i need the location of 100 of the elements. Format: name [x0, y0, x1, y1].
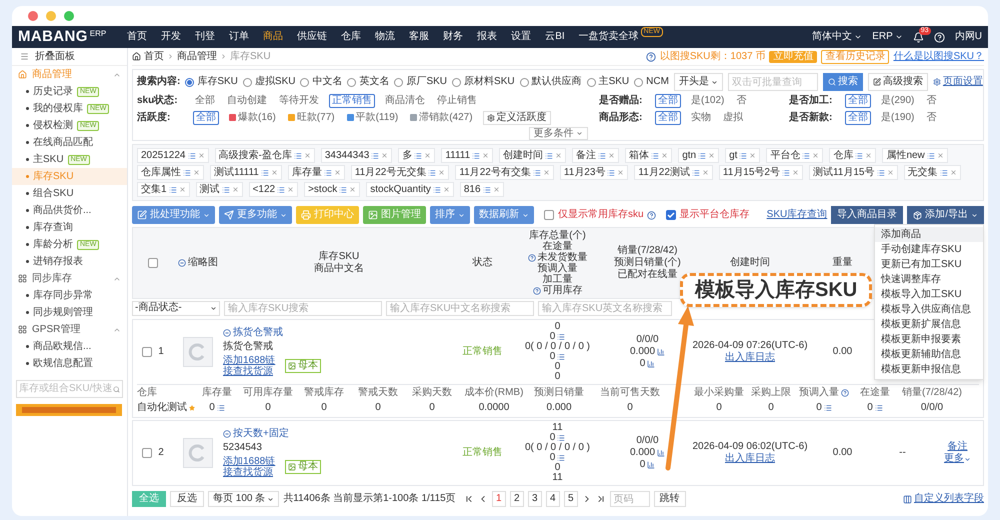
menu-item[interactable]: 更新已有加工SKU [875, 257, 983, 272]
filter-option[interactable]: 否 [924, 94, 938, 106]
saved-search-tag[interactable]: >stock [304, 182, 360, 197]
stock-query-link[interactable]: SKU库存查询 [766, 209, 828, 221]
saved-search-tag[interactable]: 库存量 [288, 165, 345, 180]
menu-item[interactable]: 模板导入加工SKU [875, 287, 983, 302]
filter-option[interactable]: 否 [734, 94, 748, 106]
nav-tab[interactable]: 报表 [470, 26, 504, 48]
filter-option[interactable]: 是(290) [879, 94, 916, 106]
filter-option[interactable]: 旺款(77) [286, 112, 337, 124]
collapse-panel-button[interactable]: 折叠面板 [12, 48, 127, 66]
page-number-field[interactable]: 页码 [610, 491, 650, 507]
nav-tab[interactable]: 物流 [368, 26, 402, 48]
sidebar-item[interactable]: 同步规则管理 [12, 304, 127, 321]
checkbox[interactable]: 显示平台仓库存 [666, 209, 750, 221]
sidebar-item[interactable]: 欧规信息配置 [12, 355, 127, 372]
radio-option[interactable]: 主SKU [586, 76, 630, 88]
saved-search-tag[interactable]: gt [725, 148, 760, 163]
filter-option[interactable]: 实物 [689, 112, 713, 124]
saved-search-tag[interactable]: 11月22测试 [634, 165, 713, 180]
status-select[interactable]: -商品状态- [132, 300, 220, 316]
menu-item[interactable]: 模板更新辅助信息 [875, 347, 983, 362]
advanced-search-button[interactable]: 高级搜索 [868, 73, 928, 91]
help-link[interactable]: 什么是以图搜SKU？ [893, 50, 984, 62]
page-size-select[interactable]: 每页 100 条 [208, 491, 280, 507]
radio-option[interactable]: 原材料SKU [452, 76, 515, 88]
saved-search-tag[interactable]: 箱体 [625, 148, 672, 163]
sku-name-link[interactable]: 按天数+固定 [233, 428, 289, 440]
saved-search-tag[interactable]: 备注 [572, 148, 620, 163]
saved-search-tag[interactable]: 34344343 [320, 148, 392, 163]
column-filter-field[interactable]: 输入库存SKU英文名称搜索 [538, 300, 672, 316]
menu-item[interactable]: 模板导入供应商信息 [875, 302, 983, 317]
saved-search-tag[interactable]: 交集1 [137, 182, 190, 197]
saved-search-tag[interactable]: 测试11月15号 [808, 165, 898, 180]
saved-search-tag[interactable]: 创建时间 [499, 148, 566, 163]
filter-option[interactable]: 全部 [655, 110, 681, 124]
nav-tab[interactable]: 设置 [504, 26, 538, 48]
nav-tab[interactable]: 开发 [154, 26, 188, 48]
filter-option[interactable]: 虚拟 [721, 112, 745, 124]
sidebar-item[interactable]: 库存同步异常 [12, 287, 127, 304]
app-menu[interactable]: ERP [872, 31, 903, 43]
nav-tab[interactable]: 财务 [436, 26, 470, 48]
filter-option[interactable]: 等待开发 [277, 94, 321, 106]
page-button[interactable]: 3 [528, 491, 542, 507]
row-action-link[interactable]: 备注 [948, 441, 968, 453]
search-field[interactable]: 双击可批量查询 [728, 73, 818, 91]
saved-search-tag[interactable]: 多 [398, 148, 436, 163]
saved-search-tag[interactable]: <122 [248, 182, 298, 197]
checkbox[interactable]: 仅显示常用库存sku [544, 209, 644, 221]
column-filter-field[interactable]: 输入库存SKU搜索 [224, 300, 382, 316]
stock-log-link[interactable]: 出入库日志 [725, 352, 775, 364]
breadcrumb-link[interactable]: 首页 [144, 50, 164, 62]
sidebar-item[interactable]: 组合SKU [12, 185, 127, 202]
saved-search-tag[interactable]: 11月23号 [560, 165, 628, 180]
jump-button[interactable]: 跳转 [654, 491, 686, 507]
filter-option[interactable]: 全部 [845, 110, 871, 124]
saved-search-tag[interactable]: 高级搜索-盈仓库 [214, 148, 315, 163]
filter-option[interactable]: 全部 [193, 94, 217, 106]
sidebar-group[interactable]: 同步库存 [12, 270, 127, 287]
add-export-button[interactable]: 添加/导出 [907, 206, 984, 224]
saved-search-tag[interactable]: 属性new [882, 148, 948, 163]
user-menu[interactable]: 内网U [954, 31, 982, 43]
filter-option[interactable]: 滞销款(427) [408, 112, 475, 124]
saved-search-tag[interactable]: 11月22号无交集 [350, 165, 450, 180]
page-button[interactable]: 5 [564, 491, 578, 507]
filter-option[interactable]: 是(102) [689, 94, 726, 106]
nav-tab[interactable]: 供应链 [290, 26, 334, 48]
nav-tab[interactable]: 仓库 [334, 26, 368, 48]
nav-tab[interactable]: 首页 [120, 26, 154, 48]
menu-item[interactable]: 模板更新申报信息 [875, 362, 983, 377]
nav-tab[interactable]: 云BI [538, 26, 572, 48]
sku-name-link[interactable]: 拣货仓警戒 [233, 327, 283, 339]
saved-search-tag[interactable]: 11月15号2号 [718, 165, 803, 180]
stock-log-link[interactable]: 出入库日志 [725, 453, 775, 465]
sidebar-group[interactable]: GPSR管理 [12, 321, 127, 338]
page-settings-link[interactable]: 页面设置 [932, 76, 983, 88]
saved-search-tag[interactable]: 无交集 [904, 165, 960, 180]
saved-search-tag[interactable]: 测试11111 [210, 165, 282, 180]
invert-selection-button[interactable]: 反选 [170, 491, 204, 507]
menu-item[interactable]: 添加商品 [875, 227, 983, 242]
nav-tab[interactable]: 客服 [402, 26, 436, 48]
filter-option[interactable]: 爆款(16) [227, 112, 278, 124]
filter-option[interactable]: 否 [924, 112, 938, 124]
filter-option[interactable]: 全部 [655, 94, 681, 108]
custom-fields-link[interactable]: 自定义列表字段 [903, 493, 984, 505]
radio-option[interactable]: 原厂SKU [394, 76, 448, 88]
radio-option[interactable]: 虚拟SKU [242, 76, 296, 88]
column-filter-field[interactable]: 输入库存SKU中文名称搜索 [386, 300, 534, 316]
page-button[interactable]: 4 [546, 491, 560, 507]
filter-option[interactable]: 是(190) [879, 112, 916, 124]
saved-search-tag[interactable]: 测试 [196, 182, 243, 197]
saved-search-tag[interactable]: stockQuantity [366, 182, 454, 197]
filter-option[interactable]: 自动创建 [225, 94, 269, 106]
more-conditions-button[interactable]: 更多条件 [528, 126, 588, 140]
import-catalog-button[interactable]: 导入商品目录 [831, 206, 904, 224]
sidebar-item[interactable]: 库存查询 [12, 219, 127, 236]
saved-search-tag[interactable]: 11月22号有交集 [455, 165, 554, 180]
menu-item[interactable]: 手动创建库存SKU [875, 242, 983, 257]
radio-option[interactable]: 库存SKU [185, 76, 238, 88]
saved-search-tag[interactable]: 平台仓 [766, 148, 824, 163]
